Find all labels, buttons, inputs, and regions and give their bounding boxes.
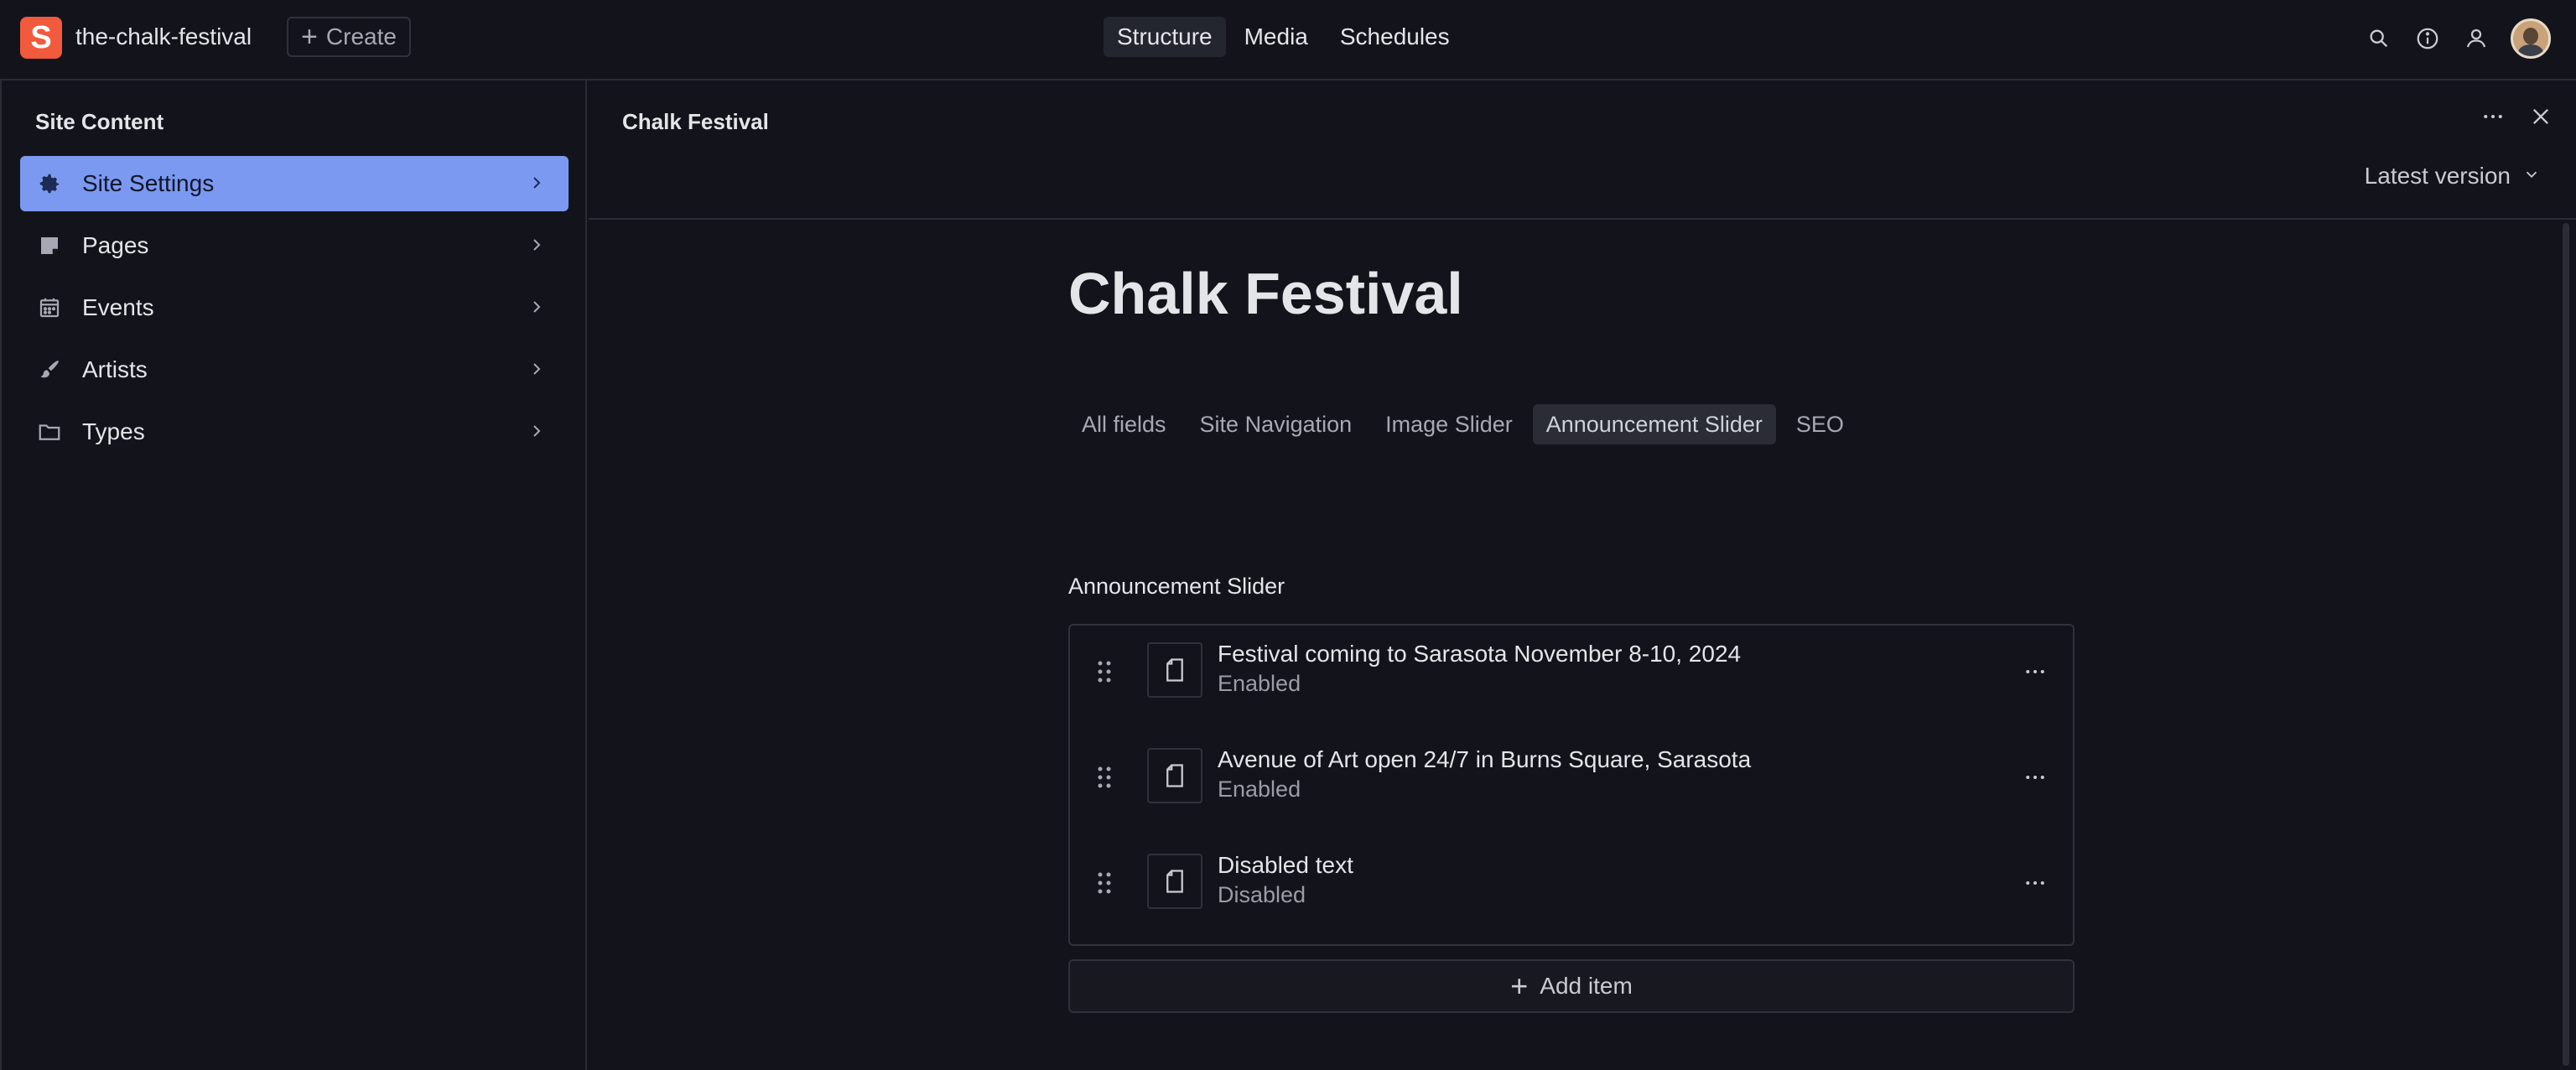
document-icon xyxy=(1147,642,1202,698)
create-button[interactable]: + Create xyxy=(287,17,411,57)
chevron-right-icon xyxy=(527,297,547,321)
item-title: Festival coming to Sarasota November 8-1… xyxy=(1218,641,1742,667)
search-icon[interactable] xyxy=(2365,24,2393,53)
sidebar-item-site-settings[interactable]: Site Settings xyxy=(20,156,569,211)
item-status: Disabled xyxy=(1218,882,1306,907)
item-title: Disabled text xyxy=(1218,852,1353,878)
calendar-icon xyxy=(35,293,64,322)
more-options-icon[interactable] xyxy=(2023,659,2048,688)
drag-handle-icon[interactable] xyxy=(1095,870,1114,900)
document-icon xyxy=(1147,748,1202,803)
sidebar: Site Content Site Settings Pages Events xyxy=(0,81,587,1070)
version-label: Latest version xyxy=(2364,163,2511,189)
avatar-body xyxy=(2518,44,2543,56)
chevron-down-icon xyxy=(2522,163,2541,190)
sidebar-item-label: Pages xyxy=(82,232,149,258)
plus-icon: + xyxy=(301,21,318,53)
chevron-right-icon xyxy=(527,359,547,383)
top-nav: Structure Media Schedules xyxy=(1104,17,1463,57)
sidebar-list: Site Settings Pages Events Artists Types xyxy=(20,156,569,466)
brush-icon xyxy=(35,356,64,384)
drag-handle-icon[interactable] xyxy=(1095,659,1114,688)
tab-image-slider[interactable]: Image Slider xyxy=(1372,404,1526,444)
more-options-icon[interactable] xyxy=(2023,870,2048,900)
announcement-list: Festival coming to Sarasota November 8-1… xyxy=(1068,624,2075,946)
more-options-icon[interactable] xyxy=(2023,765,2048,794)
tab-all-fields[interactable]: All fields xyxy=(1068,404,1180,444)
add-item-label: Add item xyxy=(1540,973,1633,999)
top-bar: S the-chalk-festival + Create Structure … xyxy=(0,0,2576,81)
item-status: Enabled xyxy=(1218,671,1301,696)
sidebar-item-label: Types xyxy=(82,418,145,444)
panel-header: Chalk Festival Latest version xyxy=(589,81,2576,220)
sidebar-title: Site Content xyxy=(35,109,164,134)
users-icon[interactable] xyxy=(2462,24,2490,53)
list-item[interactable]: Festival coming to Sarasota November 8-1… xyxy=(1070,626,2073,718)
document-panel: Chalk Festival Latest version Chalk Fest… xyxy=(589,81,2576,1070)
sidebar-item-pages[interactable]: Pages xyxy=(20,218,569,273)
sidebar-item-label: Events xyxy=(82,294,154,320)
sidebar-item-artists[interactable]: Artists xyxy=(20,342,569,397)
item-title: Avenue of Art open 24/7 in Burns Square,… xyxy=(1218,746,1752,772)
tab-announcement-slider[interactable]: Announcement Slider xyxy=(1532,404,1776,444)
folder-icon xyxy=(35,418,64,446)
plus-icon: + xyxy=(1510,969,1529,1003)
add-item-button[interactable]: + Add item xyxy=(1068,959,2075,1013)
sidebar-item-label: Artists xyxy=(82,356,148,382)
field-group-tabs: All fields Site Navigation Image Slider … xyxy=(1068,404,1857,444)
item-status: Enabled xyxy=(1218,777,1301,802)
sidebar-item-events[interactable]: Events xyxy=(20,280,569,335)
more-options-icon[interactable] xyxy=(2480,104,2506,133)
sidebar-item-types[interactable]: Types xyxy=(20,404,569,460)
sidebar-item-label: Site Settings xyxy=(82,170,215,196)
drag-handle-icon[interactable] xyxy=(1095,765,1114,794)
panel-actions xyxy=(2480,104,2553,133)
top-icons xyxy=(2365,18,2551,59)
tab-site-navigation[interactable]: Site Navigation xyxy=(1187,404,1366,444)
version-select[interactable]: Latest version xyxy=(2365,163,2541,190)
document-icon xyxy=(1147,854,1202,909)
sticky-note-icon xyxy=(35,231,64,260)
nav-media[interactable]: Media xyxy=(1231,17,1322,57)
user-avatar[interactable] xyxy=(2511,18,2551,59)
tab-seo[interactable]: SEO xyxy=(1783,404,1857,444)
create-button-label: Create xyxy=(325,23,397,49)
nav-schedules[interactable]: Schedules xyxy=(1327,17,1463,57)
scrollbar[interactable] xyxy=(2563,223,2569,1066)
list-item[interactable]: Avenue of Art open 24/7 in Burns Square,… xyxy=(1070,731,2073,823)
info-icon[interactable] xyxy=(2413,24,2442,53)
project-name[interactable]: the-chalk-festival xyxy=(75,23,252,50)
close-icon[interactable] xyxy=(2529,105,2553,132)
chevron-right-icon xyxy=(527,173,547,197)
gear-icon xyxy=(35,169,64,198)
list-item[interactable]: Disabled text Disabled xyxy=(1070,837,2073,929)
avatar-face xyxy=(2523,28,2538,44)
chevron-right-icon xyxy=(527,421,547,445)
chevron-right-icon xyxy=(527,235,547,259)
panel-title: Chalk Festival xyxy=(622,109,769,134)
nav-structure[interactable]: Structure xyxy=(1104,17,1226,57)
field-label: Announcement Slider xyxy=(1068,574,1285,599)
studio-logo[interactable]: S xyxy=(20,17,62,59)
document-title: Chalk Festival xyxy=(1068,261,1463,326)
